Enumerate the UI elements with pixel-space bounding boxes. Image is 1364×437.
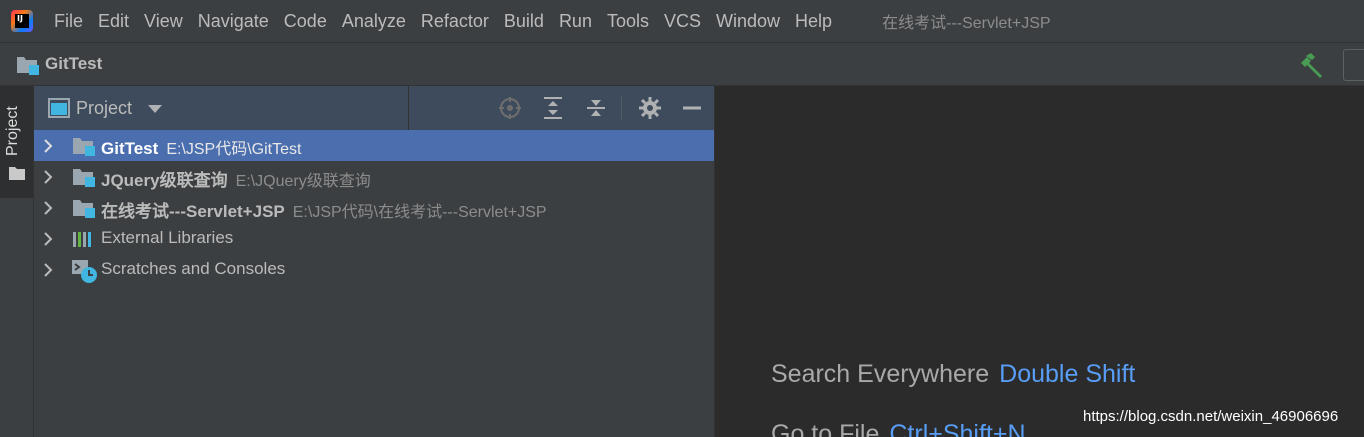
scratches-icon bbox=[72, 260, 97, 283]
menu-help[interactable]: Help bbox=[795, 11, 832, 32]
project-tool-tab-label: Project bbox=[4, 106, 21, 156]
hint-label: Go to File bbox=[771, 420, 880, 437]
hint-label: Search Everywhere bbox=[771, 360, 990, 388]
project-tree: GitTest E:\JSP代码\GitTest JQuery级联查询 E:\JQu… bbox=[34, 130, 714, 285]
module-folder-icon bbox=[73, 200, 95, 218]
tree-node-scratches[interactable]: Scratches and Consoles bbox=[34, 254, 714, 285]
gear-icon[interactable] bbox=[638, 96, 662, 120]
tree-node-path: E:\JSP代码\GitTest bbox=[166, 141, 302, 158]
project-window-icon bbox=[48, 98, 70, 118]
chevron-right-icon[interactable] bbox=[43, 232, 53, 246]
hint-search-everywhere: Search Everywhere Double Shift bbox=[771, 360, 1135, 389]
locate-target-icon[interactable] bbox=[498, 96, 522, 120]
menu-edit[interactable]: Edit bbox=[98, 11, 129, 32]
menu-analyze[interactable]: Analyze bbox=[342, 11, 406, 32]
tree-node-jquery[interactable]: JQuery级联查询 E:\JQuery级联查询 bbox=[34, 161, 714, 192]
project-view-selector[interactable]: Project bbox=[34, 86, 409, 130]
toolbar-separator bbox=[621, 95, 622, 121]
tree-node-label: 在线考试---Servlet+JSP E:\JSP代码\在线考试---Servle… bbox=[101, 202, 547, 221]
menu-navigate[interactable]: Navigate bbox=[198, 11, 269, 32]
header-divider bbox=[408, 86, 409, 130]
menu-window[interactable]: Window bbox=[716, 11, 780, 32]
menu-run[interactable]: Run bbox=[559, 11, 592, 32]
build-hammer-icon[interactable] bbox=[1298, 51, 1326, 79]
module-folder-icon bbox=[73, 169, 95, 187]
menu-tools[interactable]: Tools bbox=[607, 11, 649, 32]
libraries-icon bbox=[73, 232, 91, 247]
tree-node-label: External Libraries bbox=[101, 228, 234, 247]
menu-vcs[interactable]: VCS bbox=[664, 11, 701, 32]
tree-node-path: E:\JSP代码\在线考试---Servlet+JSP bbox=[292, 204, 547, 221]
module-folder-icon bbox=[17, 57, 39, 75]
intellij-logo-icon[interactable]: IJ bbox=[11, 10, 33, 32]
project-view-label: Project bbox=[76, 98, 133, 118]
collapse-all-icon[interactable] bbox=[584, 96, 608, 120]
menu-file[interactable]: File bbox=[54, 11, 83, 32]
project-tool-tab[interactable]: Project bbox=[0, 86, 33, 198]
hint-shortcut: Double Shift bbox=[999, 360, 1136, 388]
tree-node-label: GitTest E:\JSP代码\GitTest bbox=[101, 139, 302, 158]
window-title: 在线考试---Servlet+JSP bbox=[882, 15, 1051, 32]
project-tool-window: Project GitTest E:\JSP代码\GitTest JQuery级… bbox=[34, 86, 714, 437]
editor-empty-area: Search Everywhere Double Shift Go to File… bbox=[715, 86, 1364, 437]
chevron-right-icon[interactable] bbox=[43, 201, 53, 215]
module-folder-icon bbox=[73, 138, 95, 156]
tree-node-gittest[interactable]: GitTest E:\JSP代码\GitTest bbox=[34, 130, 714, 161]
project-panel-header: Project bbox=[34, 86, 714, 130]
menu-refactor[interactable]: Refactor bbox=[421, 11, 489, 32]
menu-view[interactable]: View bbox=[144, 11, 183, 32]
chevron-right-icon[interactable] bbox=[43, 170, 53, 184]
minimize-icon[interactable] bbox=[680, 96, 704, 120]
chevron-right-icon[interactable] bbox=[43, 263, 53, 277]
menu-code[interactable]: Code bbox=[284, 11, 327, 32]
tree-node-label: Scratches and Consoles bbox=[101, 259, 286, 278]
expand-all-icon[interactable] bbox=[541, 96, 565, 120]
left-tool-stripe: Project bbox=[0, 86, 34, 437]
tree-node-path: E:\JQuery级联查询 bbox=[235, 173, 371, 190]
hint-shortcut: Ctrl+Shift+N bbox=[889, 420, 1026, 437]
chevron-right-icon[interactable] bbox=[43, 139, 53, 153]
tree-node-online-exam[interactable]: 在线考试---Servlet+JSP E:\JSP代码\在线考试---Servle… bbox=[34, 192, 714, 223]
menu-bar: IJ File Edit View Navigate Code Analyze … bbox=[0, 0, 1364, 42]
hint-go-to-file: Go to File Ctrl+Shift+N bbox=[771, 420, 1026, 437]
folder-icon bbox=[9, 167, 25, 180]
breadcrumb-project[interactable]: GitTest bbox=[45, 54, 102, 74]
navigation-bar: GitTest bbox=[0, 42, 1364, 86]
run-config-selector[interactable] bbox=[1343, 49, 1364, 81]
watermark-text: https://blog.csdn.net/weixin_46906696 bbox=[1083, 408, 1339, 425]
tree-node-external-libraries[interactable]: External Libraries bbox=[34, 223, 714, 254]
tree-node-label: JQuery级联查询 E:\JQuery级联查询 bbox=[101, 171, 371, 190]
chevron-down-icon[interactable] bbox=[148, 105, 162, 113]
menu-build[interactable]: Build bbox=[504, 11, 544, 32]
